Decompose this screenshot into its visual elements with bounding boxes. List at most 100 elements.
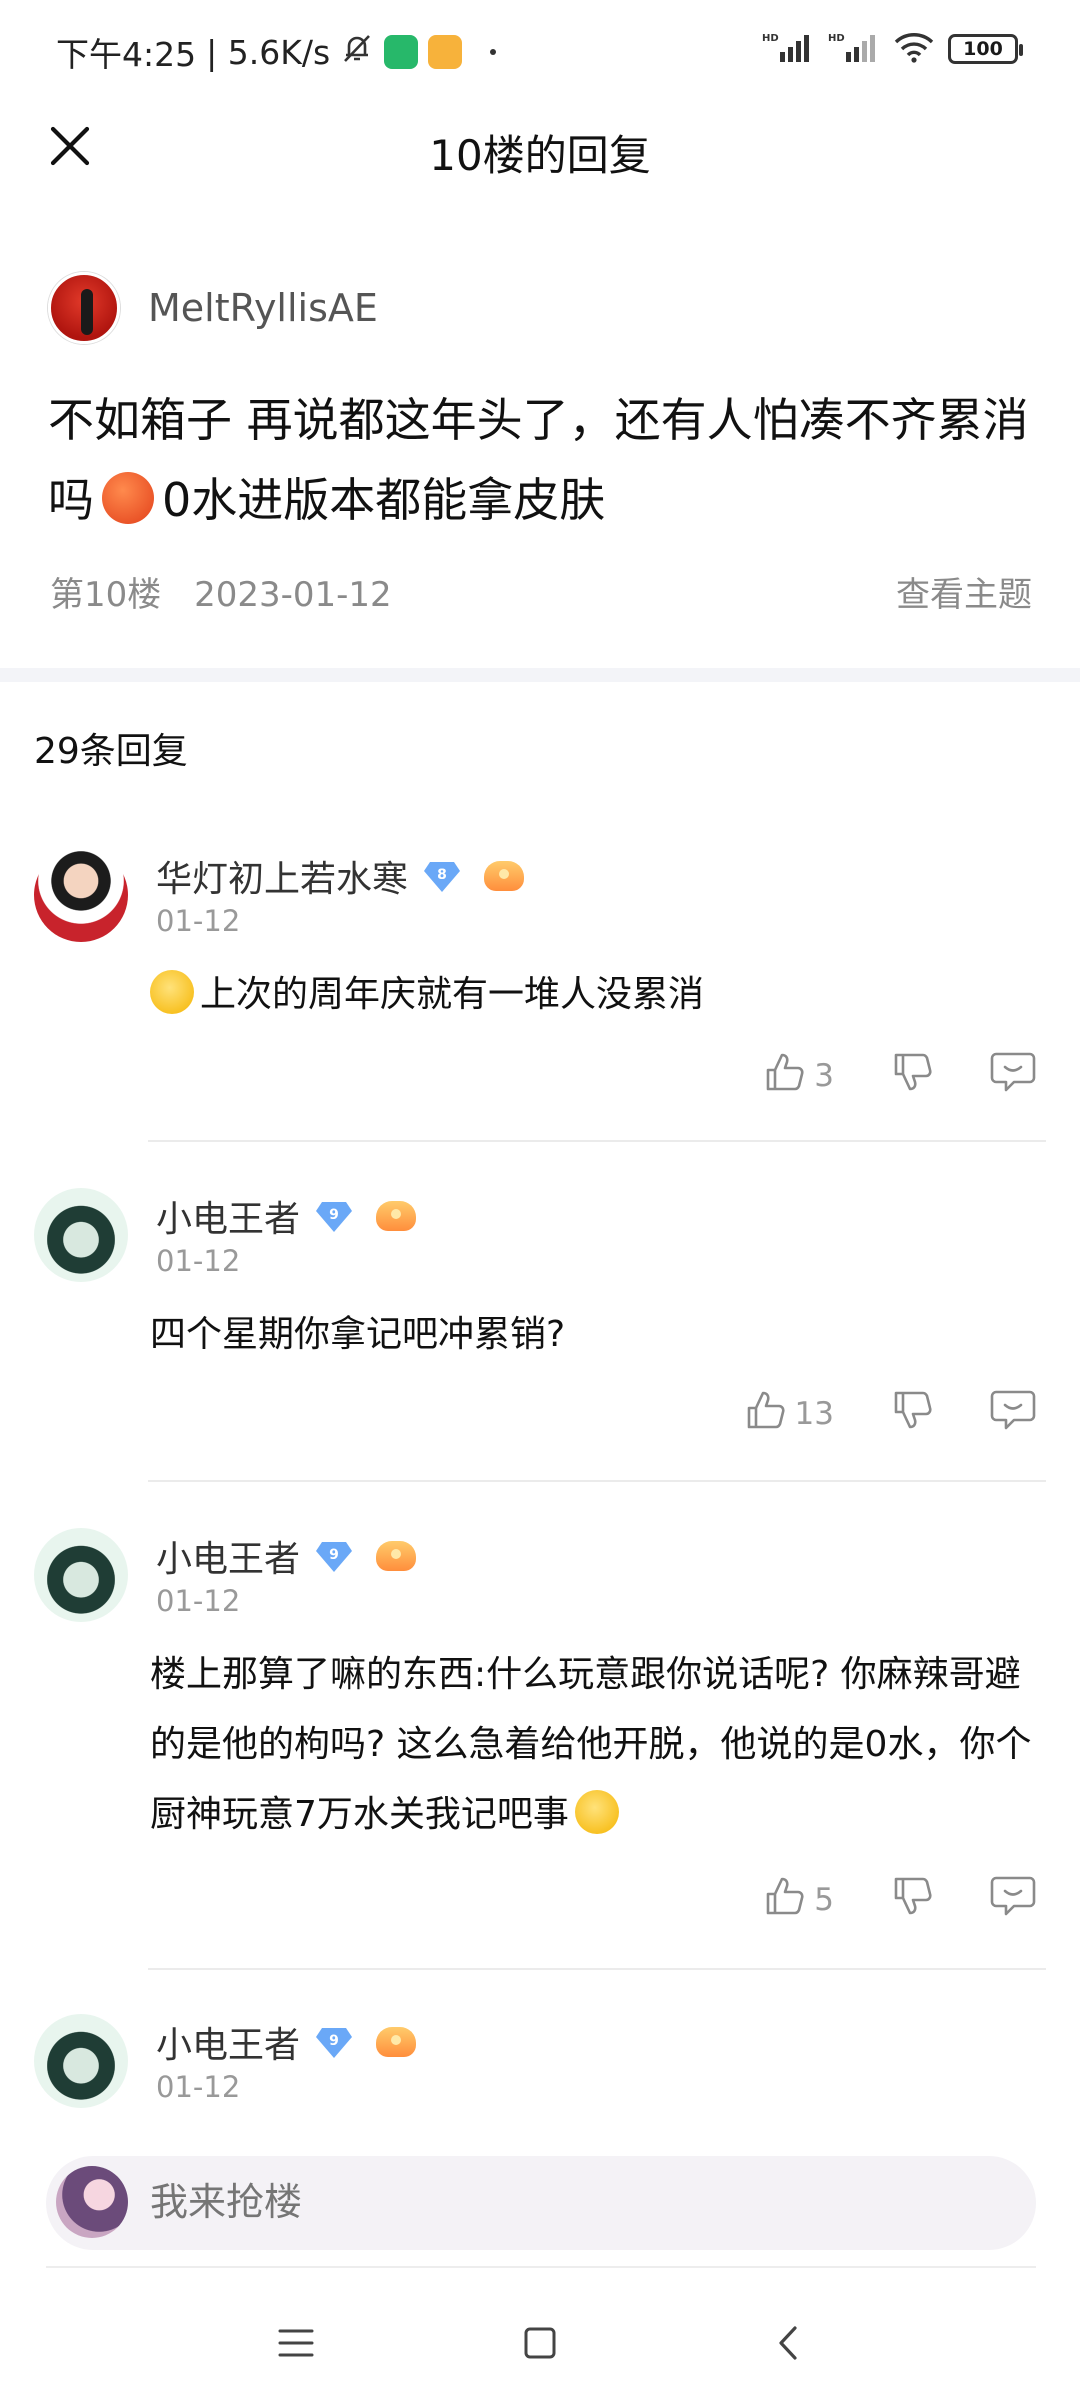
header: 10楼的回复 [0, 100, 1080, 200]
level-badge-icon: 9 [314, 1538, 354, 1574]
gamepad-badge-icon [376, 1201, 417, 1231]
section-divider [0, 668, 1080, 682]
reply-count: 29条回复 [34, 731, 188, 772]
avatar[interactable] [34, 1528, 128, 1622]
reply-text: 楼上那算了嘛的东西:什么玩意跟你说话呢? 你麻辣哥避的是他的枸吗? 这么急着给他… [150, 1640, 1050, 1850]
thumbs-up-icon [743, 1388, 787, 1440]
post-floor: 第10楼 [50, 575, 162, 615]
post-date: 2023-01-12 [194, 575, 392, 615]
home-icon [522, 2325, 558, 2365]
comment-icon [990, 1050, 1036, 1102]
svg-text:9: 9 [329, 1207, 339, 1223]
page-title: 10楼的回复 [429, 131, 651, 180]
dislike-button[interactable] [890, 1388, 934, 1440]
post-text-part2: 0水进版本都能拿皮肤 [162, 473, 606, 527]
notes-app-icon [428, 35, 463, 69]
avatar[interactable] [48, 272, 120, 344]
avatar[interactable] [34, 2014, 128, 2108]
post-author-name[interactable]: MeltRyllisAE [148, 286, 378, 330]
status-time: 下午4:25 [56, 35, 197, 74]
dislike-button[interactable] [890, 1874, 934, 1926]
svg-text:9: 9 [329, 1547, 339, 1563]
like-count: 3 [814, 1058, 834, 1094]
gamepad-badge-icon [376, 1541, 417, 1571]
avatar[interactable] [56, 2166, 128, 2238]
reply-actions: 13 [743, 1388, 1036, 1440]
reply-author[interactable]: 小电王者 9 [156, 1530, 417, 1582]
menu-button[interactable] [256, 2310, 336, 2380]
shield-app-icon [384, 35, 419, 69]
reply-actions: 3 [762, 1050, 1036, 1102]
thumbs-up-icon [762, 1050, 806, 1102]
svg-text:HD: HD [762, 33, 779, 44]
reply-actions: 5 [762, 1874, 1036, 1926]
reply-input-bar [0, 2136, 1080, 2266]
system-nav-bar [0, 2290, 1080, 2400]
status-net-speed: | 5.6K/s [206, 32, 331, 72]
back-icon [773, 2323, 803, 2367]
like-count: 13 [794, 1396, 834, 1432]
thumbs-up-icon [762, 1874, 806, 1926]
status-right: HD HD 100 [762, 30, 1023, 68]
post-author[interactable]: MeltRyllisAE [48, 272, 378, 344]
reply-author-name[interactable]: 小电王者 [156, 1190, 300, 1242]
reply-divider [148, 1140, 1046, 1142]
mute-bell-icon [340, 31, 374, 73]
reply-input[interactable] [150, 2180, 850, 2224]
home-button[interactable] [500, 2310, 580, 2380]
thumbs-down-icon [890, 1050, 934, 1102]
status-bar: 下午4:25 | 5.6K/s HD HD 100 [0, 0, 1080, 100]
comment-icon [990, 1874, 1036, 1926]
wifi-icon [894, 31, 934, 67]
reply-text-content: 上次的周年庆就有一堆人没累消 [200, 974, 705, 1015]
reply-text: 上次的周年庆就有一堆人没累消 [150, 960, 1050, 1030]
like-button[interactable]: 3 [762, 1050, 834, 1102]
like-button[interactable]: 13 [743, 1388, 834, 1440]
comment-button[interactable] [990, 1388, 1036, 1440]
post-content: 不如箱子 再说都这年头了，还有人怕凑不齐累消吗 0水进版本都能拿皮肤 [48, 380, 1038, 540]
post-meta: 第10楼 2023-01-12 [50, 567, 392, 616]
level-badge-icon: 9 [314, 2024, 354, 2060]
level-badge-icon: 9 [314, 1198, 354, 1234]
like-count: 5 [814, 1882, 834, 1918]
signal-hd-icon: HD [762, 30, 814, 68]
back-button[interactable] [748, 2310, 828, 2380]
gamepad-badge-icon [376, 2027, 417, 2057]
sweat-smile-emoji-icon [574, 1790, 619, 1834]
reply-date: 01-12 [156, 904, 241, 938]
comment-icon [990, 1388, 1036, 1440]
reply-author-name[interactable]: 小电王者 [156, 2016, 300, 2068]
reply-divider [148, 1968, 1046, 1970]
reply-divider [148, 1480, 1046, 1482]
notification-dot-icon [490, 49, 497, 55]
svg-text:8: 8 [437, 867, 447, 883]
comment-button[interactable] [990, 1050, 1036, 1102]
view-topic-link[interactable]: 查看主题 [896, 567, 1032, 616]
level-badge-icon: 8 [422, 858, 462, 894]
svg-text:9: 9 [329, 2033, 339, 2049]
reply-date: 01-12 [156, 1244, 241, 1278]
status-left: 下午4:25 | 5.6K/s [56, 28, 497, 76]
reply-date: 01-12 [156, 2070, 241, 2104]
battery-indicator: 100 [948, 34, 1023, 64]
sly-face-emoji-icon [102, 472, 154, 524]
menu-icon [276, 2326, 316, 2364]
avatar[interactable] [34, 1188, 128, 1282]
reply-author[interactable]: 小电王者 9 [156, 1190, 417, 1242]
like-button[interactable]: 5 [762, 1874, 834, 1926]
reply-author-name[interactable]: 小电王者 [156, 1530, 300, 1582]
reply-text: 四个星期你拿记吧冲累销? [150, 1314, 566, 1355]
reply-author-name[interactable]: 华灯初上若水寒 [156, 850, 408, 902]
input-divider [46, 2266, 1036, 2268]
reply-author[interactable]: 小电王者 9 [156, 2016, 417, 2068]
dislike-button[interactable] [890, 1050, 934, 1102]
avatar[interactable] [34, 848, 128, 942]
thumbs-down-icon [890, 1874, 934, 1926]
signal-hd-icon-2: HD [828, 30, 880, 68]
thumbs-down-icon [890, 1388, 934, 1440]
grin-emoji-icon [150, 970, 194, 1014]
gamepad-badge-icon [484, 861, 525, 891]
comment-button[interactable] [990, 1874, 1036, 1926]
reply-date: 01-12 [156, 1584, 241, 1618]
reply-author[interactable]: 华灯初上若水寒 8 [156, 850, 525, 902]
